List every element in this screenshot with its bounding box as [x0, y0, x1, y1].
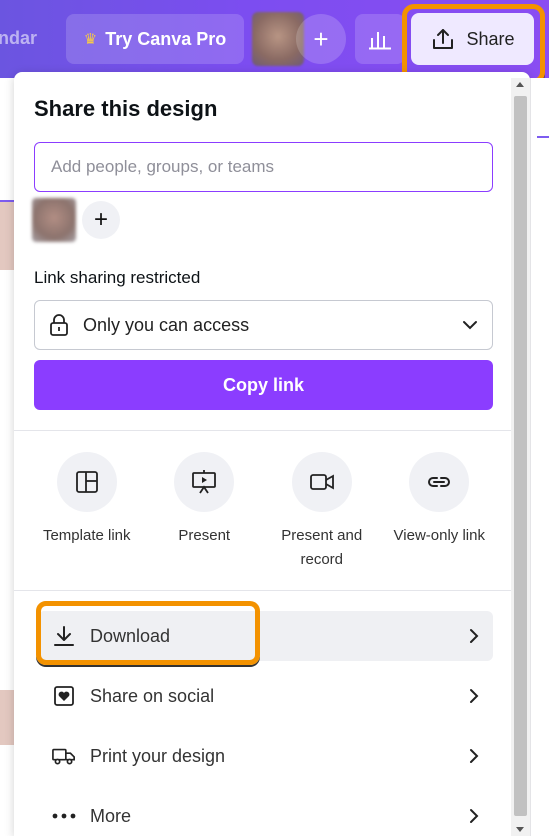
- scroll-down-arrow-icon[interactable]: [516, 827, 524, 832]
- share-on-social-row[interactable]: Share on social: [38, 671, 493, 721]
- view-only-link-button[interactable]: [409, 452, 470, 512]
- crown-icon: ♛: [83, 31, 98, 48]
- present-and-record-option[interactable]: Present and record: [263, 452, 381, 572]
- calendar-tab-fragment[interactable]: ndar: [0, 28, 37, 49]
- divider: [14, 430, 530, 431]
- print-your-design-label: Print your design: [90, 745, 226, 766]
- more-label: More: [90, 805, 132, 826]
- scroll-up-arrow-icon[interactable]: [516, 82, 524, 87]
- truck-icon: [52, 746, 76, 766]
- chevron-right-icon: [470, 629, 479, 643]
- owner-avatar[interactable]: [32, 198, 76, 242]
- link-sharing-label: Link sharing restricted: [34, 268, 201, 287]
- link-icon: [428, 477, 451, 487]
- template-link-option[interactable]: Template link: [28, 452, 146, 572]
- heart-icon: [52, 685, 76, 707]
- add-people-input[interactable]: [34, 142, 493, 192]
- insights-button[interactable]: [355, 14, 405, 64]
- template-icon: [75, 471, 98, 493]
- plus-icon: +: [93, 206, 108, 233]
- present-button[interactable]: [174, 452, 235, 512]
- chevron-right-icon: [470, 749, 479, 763]
- divider: [14, 590, 530, 591]
- share-panel: Share this design + Link sharing restric…: [14, 72, 530, 836]
- chevron-right-icon: [470, 689, 479, 703]
- present-and-record-label: Present and record: [281, 527, 363, 568]
- lock-icon: [50, 314, 68, 336]
- more-row[interactable]: More: [38, 791, 493, 836]
- template-link-button[interactable]: [56, 452, 117, 512]
- access-value: Only you can access: [83, 314, 250, 335]
- camera-icon: [309, 474, 334, 490]
- access-dropdown[interactable]: Only you can access: [34, 300, 493, 350]
- share-on-social-label: Share on social: [90, 685, 215, 706]
- present-label: Present: [178, 527, 231, 544]
- present-and-record-button[interactable]: [291, 452, 352, 512]
- more-icon: [52, 813, 76, 819]
- view-only-link-label: View-only link: [393, 527, 485, 544]
- try-canva-pro-label: Try Canva Pro: [105, 28, 227, 49]
- background-page-thumbnail: [0, 690, 14, 745]
- view-only-link-option[interactable]: View-only link: [381, 452, 499, 572]
- plus-icon: +: [313, 23, 329, 54]
- copy-link-button[interactable]: Copy link: [34, 360, 493, 410]
- people-row: +: [32, 198, 120, 242]
- scrollbar-thumb[interactable]: [514, 96, 527, 816]
- present-icon: [192, 470, 217, 494]
- background-right-strip: [530, 78, 549, 836]
- add-person-button[interactable]: +: [82, 201, 120, 239]
- download-highlight-annotation: [36, 601, 260, 665]
- chevron-down-icon: [463, 321, 477, 330]
- template-link-label: Template link: [42, 527, 131, 544]
- try-canva-pro-button[interactable]: ♛ Try Canva Pro: [66, 14, 244, 64]
- background-page-thumbnail: [0, 200, 14, 270]
- panel-scrollbar[interactable]: [511, 78, 530, 836]
- background-accent-line: [537, 136, 549, 138]
- add-collaborator-button[interactable]: +: [296, 14, 346, 64]
- chevron-right-icon: [470, 809, 479, 823]
- top-bar: ndar ♛ Try Canva Pro + Share: [0, 0, 549, 84]
- print-your-design-row[interactable]: Print your design: [38, 731, 493, 781]
- share-options-row: Template link Present Present and record: [28, 452, 498, 572]
- present-option[interactable]: Present: [146, 452, 264, 572]
- panel-title: Share this design: [34, 96, 218, 121]
- bar-chart-icon: [369, 32, 391, 50]
